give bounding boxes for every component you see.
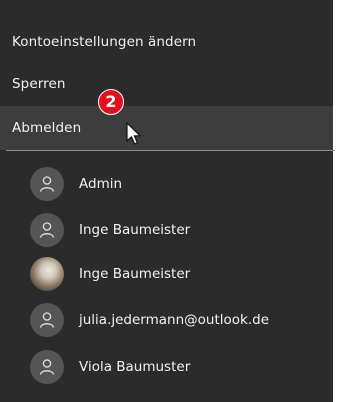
menu-divider <box>6 150 335 151</box>
user-name: Inge Baumeister <box>79 222 191 238</box>
profile-photo <box>30 257 64 291</box>
user-name: Admin <box>79 176 123 192</box>
menu-item-label: Kontoeinstellungen ändern <box>12 34 197 50</box>
user-name: julia.jedermann@outlook.de <box>79 312 270 328</box>
person-icon <box>30 303 64 337</box>
account-menu: Kontoeinstellungen ändern Sperren Abmeld… <box>0 0 335 402</box>
person-icon <box>30 167 64 201</box>
menu-item-sign-out[interactable]: Abmelden <box>0 106 333 150</box>
menu-item-label: Abmelden <box>12 120 82 136</box>
user-item-inge-baumeister-photo[interactable]: Inge Baumeister <box>0 251 333 297</box>
step-number-badge: 2 <box>98 89 124 115</box>
user-item-inge-baumeister[interactable]: Inge Baumeister <box>0 207 333 253</box>
person-icon <box>30 213 64 247</box>
user-item-julia-jedermann[interactable]: julia.jedermann@outlook.de <box>0 297 333 343</box>
user-name: Viola Baumuster <box>79 359 191 375</box>
menu-item-change-account-settings[interactable]: Kontoeinstellungen ändern <box>0 20 333 64</box>
user-name: Inge Baumeister <box>79 266 191 282</box>
mouse-pointer-icon <box>126 122 141 145</box>
user-item-admin[interactable]: Admin <box>0 161 333 207</box>
person-icon <box>30 350 64 384</box>
menu-item-label: Sperren <box>12 76 66 92</box>
user-item-viola-baumuster[interactable]: Viola Baumuster <box>0 344 333 390</box>
menu-item-lock[interactable]: Sperren <box>0 62 333 106</box>
